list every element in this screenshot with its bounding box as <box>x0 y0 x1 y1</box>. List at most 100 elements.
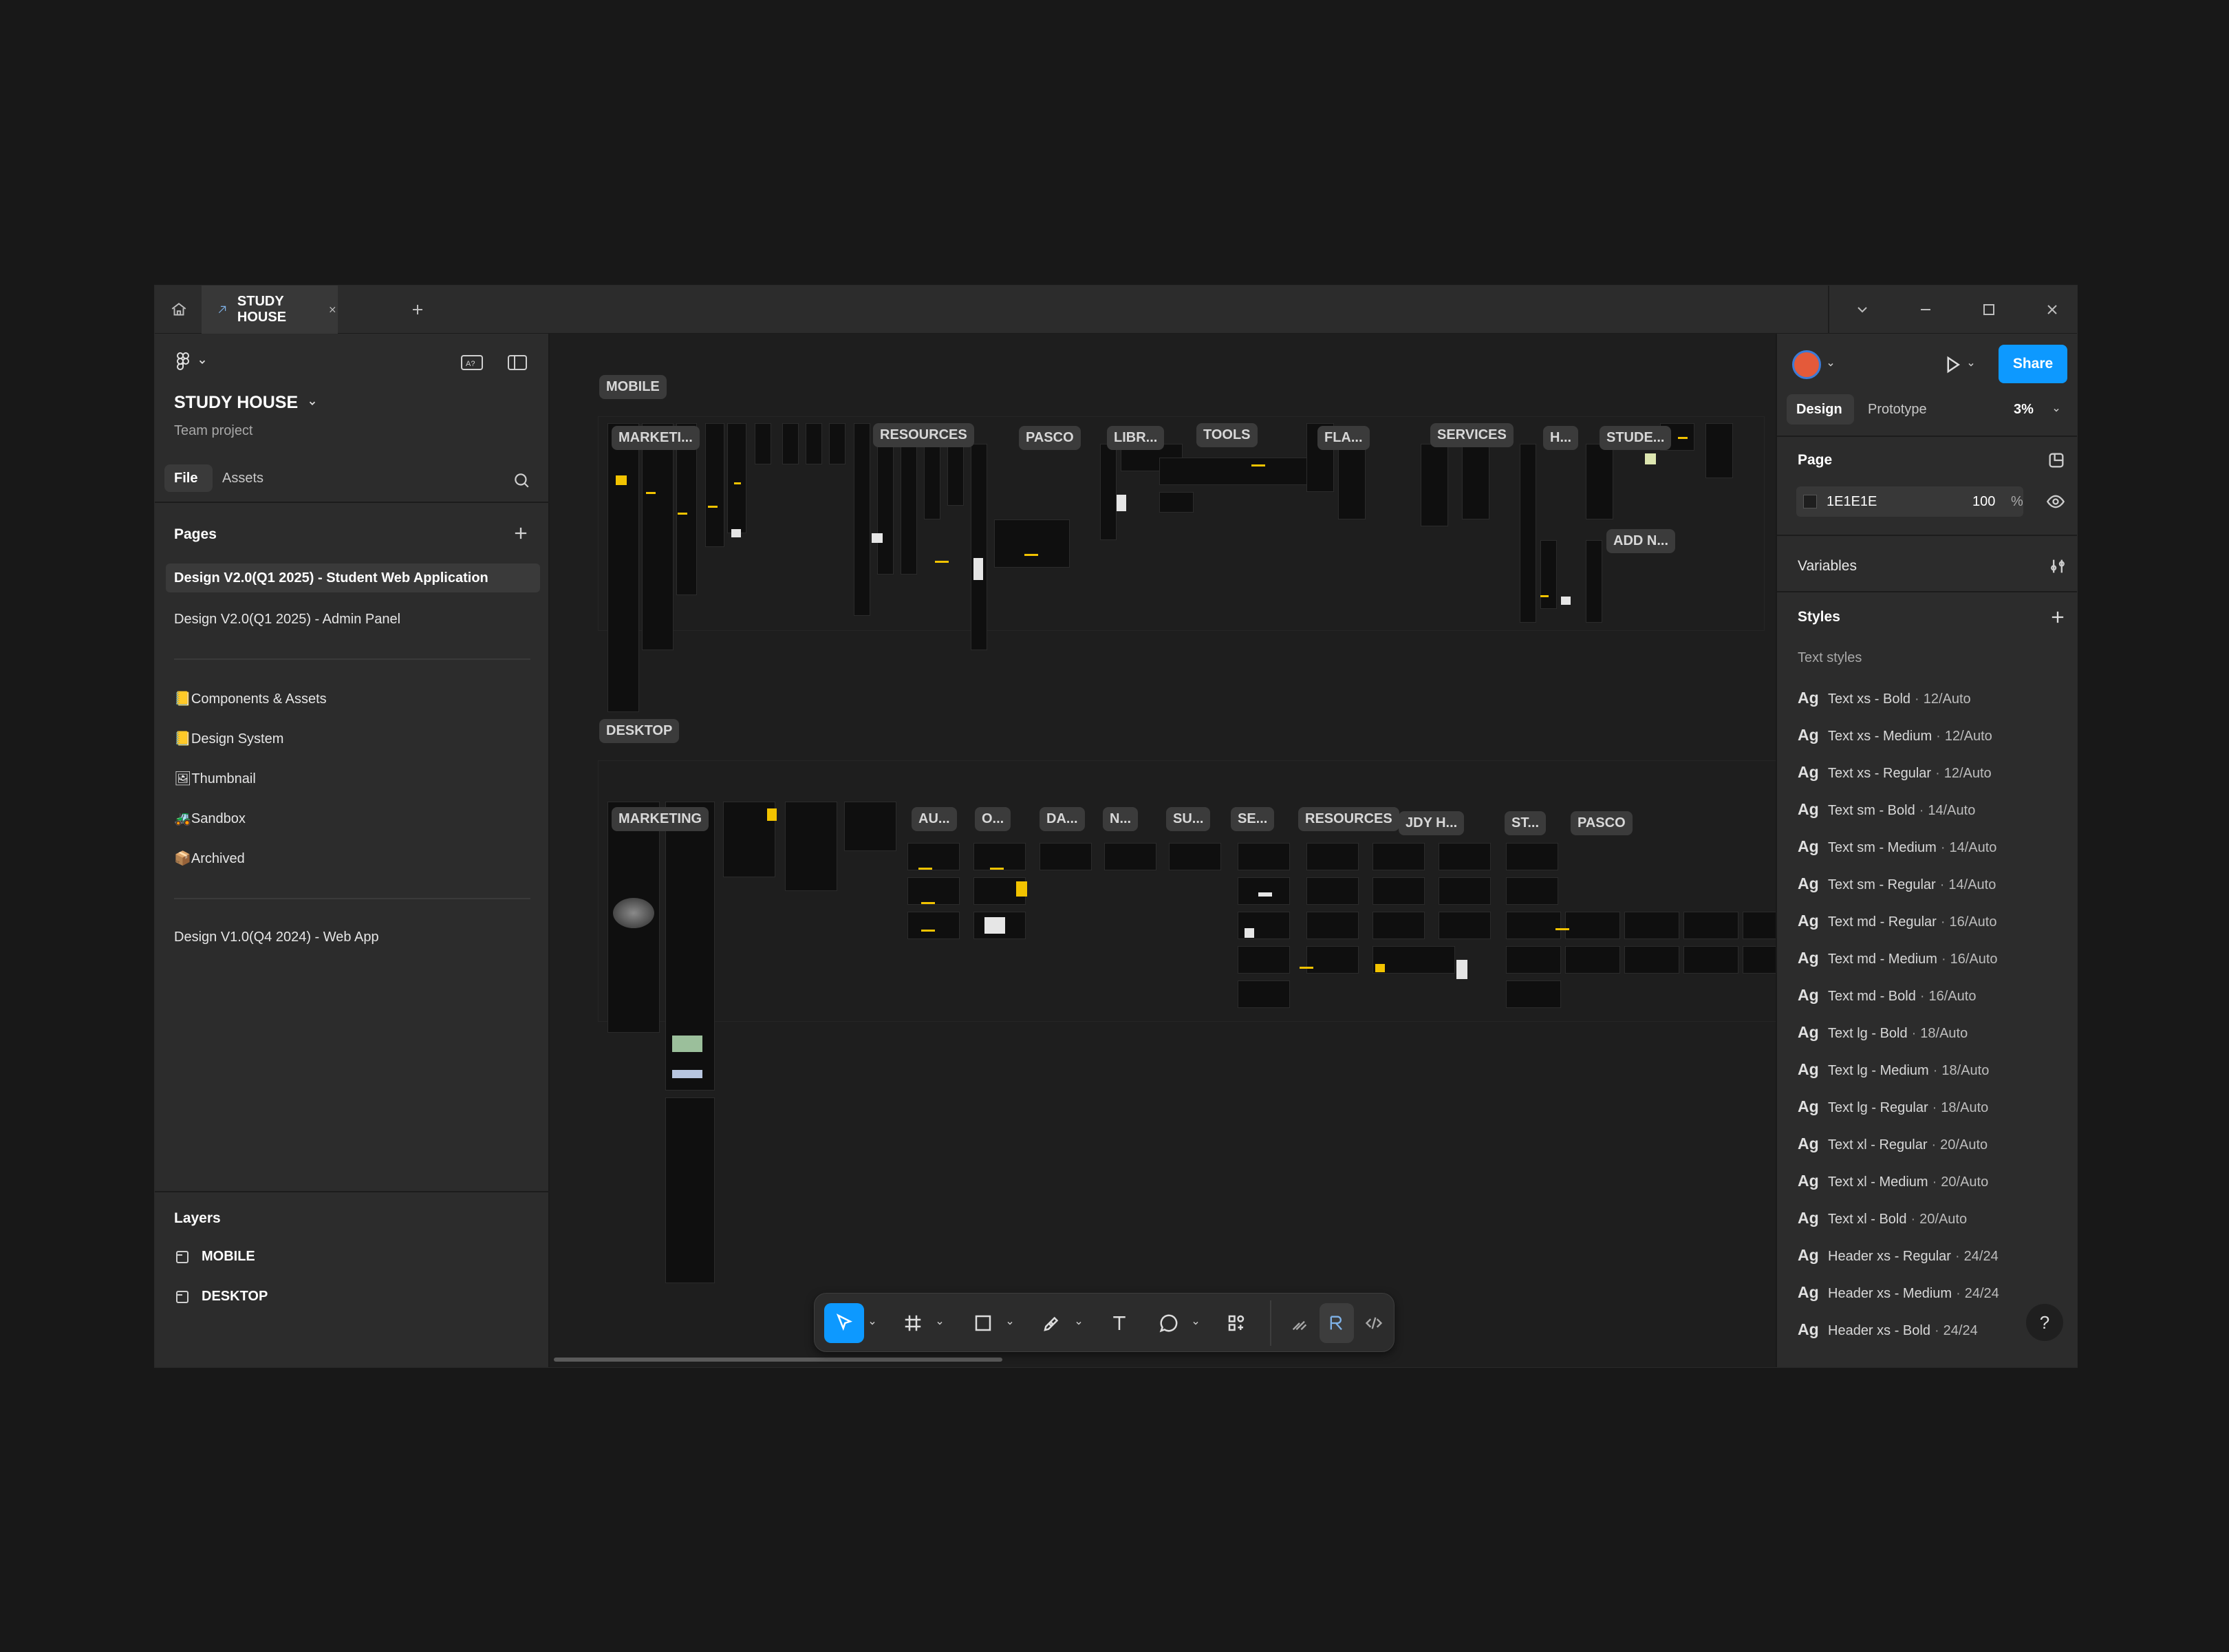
frame-thumbnail[interactable] <box>1506 980 1561 1008</box>
frame-thumbnail[interactable] <box>1372 946 1455 974</box>
frame-label[interactable]: ST... <box>1505 811 1547 835</box>
share-button[interactable]: Share <box>1999 345 2067 383</box>
frame-thumbnail[interactable] <box>705 423 724 547</box>
frame-thumbnail[interactable] <box>607 423 639 712</box>
chevron-down-icon[interactable] <box>933 1303 947 1343</box>
frame-thumbnail[interactable] <box>1372 843 1425 870</box>
frame-thumbnail[interactable] <box>971 444 987 650</box>
text-style-item[interactable]: Ag Text md - Bold · 16/Auto <box>1798 986 1976 1005</box>
frame-thumbnail[interactable] <box>1238 946 1290 974</box>
frame-thumbnail[interactable] <box>947 444 964 506</box>
frame-thumbnail[interactable] <box>1338 444 1366 519</box>
frame-thumbnail[interactable] <box>1238 843 1290 870</box>
frame-thumbnail[interactable] <box>806 423 822 464</box>
actions-tool[interactable] <box>1219 1303 1253 1343</box>
frame-thumbnail[interactable] <box>1159 458 1311 485</box>
variables-settings-icon[interactable] <box>2048 557 2067 579</box>
draw-mode-button[interactable] <box>1282 1303 1317 1343</box>
frame-thumbnail[interactable] <box>1439 912 1491 939</box>
frame-thumbnail[interactable] <box>854 423 870 616</box>
text-style-item[interactable]: Ag Text md - Medium · 16/Auto <box>1798 949 1998 967</box>
frame-thumbnail[interactable] <box>907 877 960 905</box>
frame-thumbnail[interactable] <box>1421 444 1448 526</box>
frame-label[interactable]: MARKETING <box>612 807 709 831</box>
page-item-active[interactable]: Design V2.0(Q1 2025) - Student Web Appli… <box>166 564 540 592</box>
text-style-item[interactable]: Ag Text lg - Regular · 18/Auto <box>1798 1097 1988 1116</box>
design-mode-button[interactable] <box>1320 1303 1354 1343</box>
frame-thumbnail[interactable] <box>1372 912 1425 939</box>
text-style-item[interactable]: Ag Text lg - Bold · 18/Auto <box>1798 1023 1968 1042</box>
frame-thumbnail[interactable] <box>665 1097 715 1283</box>
dev-mode-button[interactable] <box>1357 1303 1391 1343</box>
shape-tool[interactable] <box>966 1303 1000 1343</box>
frame-label[interactable]: JDY H... <box>1399 811 1465 835</box>
frame-thumbnail[interactable] <box>877 444 894 575</box>
text-style-item[interactable]: Ag Text xl - Regular · 20/Auto <box>1798 1135 1988 1153</box>
chevron-down-icon[interactable] <box>1189 1303 1203 1343</box>
frame-thumbnail[interactable] <box>1683 946 1738 974</box>
close-window-icon[interactable] <box>2032 286 2073 334</box>
frame-thumbnail[interactable] <box>924 444 940 519</box>
frame-label[interactable]: STUDE... <box>1600 426 1672 450</box>
frame-thumbnail[interactable] <box>1683 912 1738 939</box>
frame-thumbnail[interactable] <box>1104 843 1156 870</box>
frame-label[interactable]: DA... <box>1040 807 1085 831</box>
frame-label[interactable]: TOOLS <box>1196 423 1258 447</box>
frame-label[interactable]: N... <box>1103 807 1139 831</box>
frame-label[interactable]: SU... <box>1166 807 1211 831</box>
add-style-icon[interactable] <box>2048 608 2067 630</box>
ai-icon[interactable]: A? <box>460 353 484 376</box>
chevron-down-icon[interactable] <box>2052 405 2060 418</box>
page-item[interactable]: Design V1.0(Q4 2024) - Web App <box>174 930 379 945</box>
new-tab-icon[interactable] <box>404 286 431 334</box>
tab-design[interactable]: Design <box>1787 394 1854 425</box>
frame-thumbnail[interactable] <box>755 423 771 464</box>
text-style-item[interactable]: Ag Text lg - Medium · 18/Auto <box>1798 1060 1989 1079</box>
text-style-item[interactable]: Ag Text xs - Medium · 12/Auto <box>1798 726 1992 744</box>
user-menu[interactable] <box>1792 350 1835 379</box>
frame-label[interactable]: ADD N... <box>1606 529 1675 553</box>
chevron-down-icon[interactable] <box>1842 286 1883 334</box>
frame-thumbnail[interactable] <box>1743 912 1777 939</box>
text-style-item[interactable]: Ag Text xs - Bold · 12/Auto <box>1798 689 1971 707</box>
desktop-section[interactable] <box>598 760 1777 1022</box>
page-item[interactable]: 📒Design System <box>174 730 283 747</box>
frame-thumbnail[interactable] <box>1306 843 1359 870</box>
variables-heading[interactable]: Variables <box>1798 558 1857 575</box>
text-style-item[interactable]: Ag Text sm - Medium · 14/Auto <box>1798 837 1996 856</box>
frame-thumbnail[interactable] <box>1100 444 1117 540</box>
pen-tool[interactable] <box>1035 1303 1069 1343</box>
text-style-item[interactable]: Ag Text xl - Medium · 20/Auto <box>1798 1172 1988 1190</box>
frame-thumbnail[interactable] <box>1238 980 1290 1008</box>
chevron-down-icon[interactable] <box>1003 1303 1017 1343</box>
chevron-down-icon[interactable] <box>1967 360 1975 372</box>
text-style-item[interactable]: Ag Text sm - Regular · 14/Auto <box>1798 875 1996 893</box>
frame-label[interactable]: LIBR... <box>1107 426 1165 450</box>
frame-thumbnail[interactable] <box>1462 444 1489 519</box>
minimize-icon[interactable] <box>1905 286 1946 334</box>
frame-thumbnail[interactable] <box>994 519 1070 568</box>
frame-thumbnail[interactable] <box>1586 444 1613 519</box>
page-color-field[interactable]: 1E1E1E 100 % <box>1796 486 2023 517</box>
color-swatch[interactable] <box>1803 495 1817 508</box>
frame-thumbnail[interactable] <box>1565 946 1620 974</box>
maximize-icon[interactable] <box>1968 286 2010 334</box>
page-item[interactable]: 📦Archived <box>174 850 245 867</box>
text-style-item[interactable]: Ag Header xs - Regular · 24/24 <box>1798 1246 1999 1265</box>
file-tab[interactable]: STUDY HOUSE <box>202 286 338 334</box>
help-button[interactable]: ? <box>2026 1304 2063 1341</box>
frame-thumbnail[interactable] <box>844 802 896 851</box>
frame-thumbnail[interactable] <box>907 912 960 939</box>
tab-file[interactable]: File <box>164 464 213 492</box>
frame-thumbnail[interactable] <box>973 843 1026 870</box>
frame-label[interactable]: H... <box>1543 426 1579 450</box>
section-label-mobile[interactable]: MOBILE <box>599 375 667 399</box>
frame-thumbnail[interactable] <box>1040 843 1092 870</box>
frame-thumbnail[interactable] <box>1540 540 1557 609</box>
frame-label[interactable]: RESOURCES <box>873 423 974 447</box>
frame-thumbnail[interactable] <box>1586 540 1602 623</box>
home-icon[interactable] <box>162 286 196 334</box>
play-icon[interactable] <box>1942 354 1963 378</box>
tab-prototype[interactable]: Prototype <box>1868 402 1927 418</box>
section-label-desktop[interactable]: DESKTOP <box>599 719 680 743</box>
